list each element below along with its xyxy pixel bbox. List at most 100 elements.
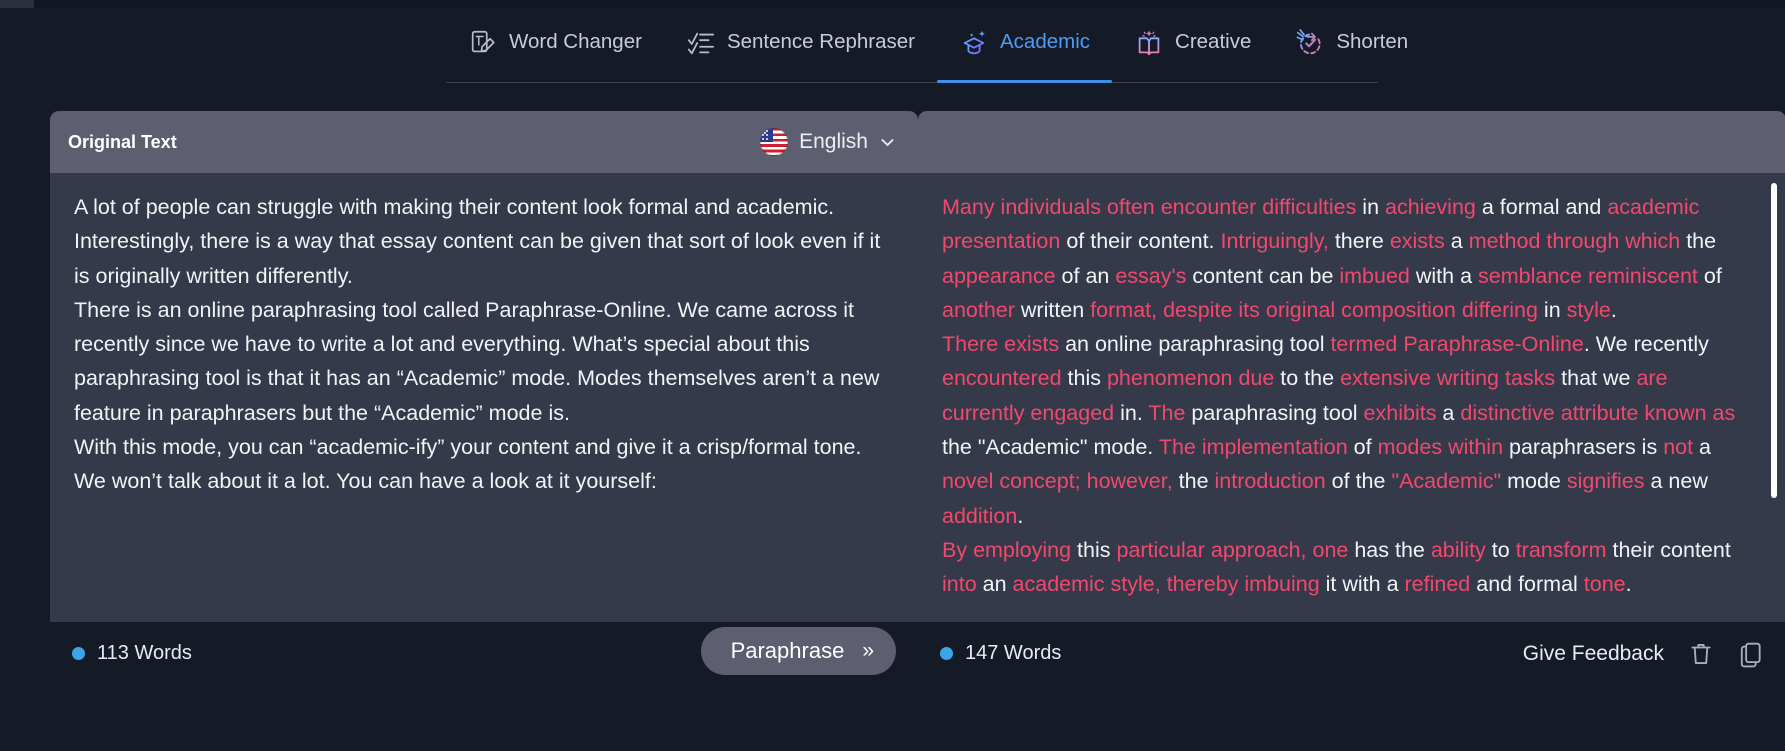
tab-label: Sentence Rephraser xyxy=(726,30,915,54)
unchanged-word: that we xyxy=(1555,366,1637,391)
changed-word: exists xyxy=(1389,229,1445,254)
window-notch xyxy=(0,0,34,8)
paraphrase-button-label: Paraphrase xyxy=(730,637,845,663)
unchanged-word: of an xyxy=(1055,263,1116,288)
creative-book-icon xyxy=(1138,30,1160,56)
tab-shorten[interactable]: Shorten xyxy=(1273,18,1430,82)
vertical-scrollbar[interactable] xyxy=(1771,183,1777,498)
tab-label: Shorten xyxy=(1336,30,1409,54)
copy-icon[interactable] xyxy=(1738,639,1764,669)
give-feedback-button[interactable]: Give Feedback xyxy=(1523,642,1664,666)
tab-label: Academic xyxy=(1000,30,1091,54)
changed-word: appearance xyxy=(942,263,1056,288)
unchanged-word: of their content. xyxy=(1060,229,1221,254)
unchanged-word: a xyxy=(1444,229,1469,254)
shorten-icon xyxy=(1296,29,1321,55)
paraphrased-text-viewer[interactable]: Many individuals often encounter difficu… xyxy=(918,173,1785,622)
changed-word: The implementation xyxy=(1158,435,1348,460)
paraphrased-word-count: 147 Words xyxy=(940,642,1061,665)
unchanged-word: a new xyxy=(1644,469,1714,494)
changed-word: novel concept; however, xyxy=(942,469,1173,494)
status-dot-icon xyxy=(940,647,953,660)
changed-word: distinctive attribute known as xyxy=(1460,400,1736,425)
paraphrasing-tool-app: Word Changer Sentence Rephraser Academic… xyxy=(0,0,1785,751)
changed-word: academic style, thereby imbuing xyxy=(1012,572,1320,597)
us-flag-icon xyxy=(760,128,789,156)
original-word-count: 113 Words xyxy=(72,642,192,665)
original-text-footer: 113 Words Paraphrase » xyxy=(50,622,918,685)
unchanged-word: with a xyxy=(1409,263,1479,288)
unchanged-word: in xyxy=(1537,297,1567,322)
changed-word: essay's xyxy=(1115,263,1187,288)
unchanged-word: of xyxy=(1697,263,1728,288)
changed-word: encountered xyxy=(942,366,1062,391)
unchanged-word: an online paraphrasing tool xyxy=(1059,332,1331,357)
tab-word-changer[interactable]: Word Changer xyxy=(446,18,664,82)
unchanged-word: written xyxy=(1014,297,1091,322)
original-text-panel: Original Text English A lot of people ca… xyxy=(50,111,918,685)
changed-word: Intriguingly, xyxy=(1220,229,1329,254)
changed-word: method through which xyxy=(1468,229,1681,254)
paraphrased-paragraph: There exists an online paraphrasing tool… xyxy=(942,327,1752,533)
paraphrased-text-header xyxy=(918,111,1785,173)
changed-word: achieving xyxy=(1385,195,1476,219)
unchanged-word: in. xyxy=(1114,400,1149,425)
original-text-editor[interactable]: A lot of people can struggle with making… xyxy=(50,173,918,622)
changed-word: semblance reminiscent xyxy=(1478,263,1698,288)
unchanged-word: . We recently xyxy=(1583,332,1715,357)
unchanged-word: this xyxy=(1071,537,1117,562)
status-dot-icon xyxy=(72,647,85,660)
unchanged-word: of xyxy=(1347,435,1378,460)
unchanged-word: content can be xyxy=(1186,263,1340,288)
changed-word: format, despite its original composition… xyxy=(1090,297,1538,322)
chevron-down-icon xyxy=(881,138,894,146)
unchanged-word: an xyxy=(976,572,1013,597)
changed-word: style xyxy=(1566,297,1611,322)
changed-word: not xyxy=(1663,435,1694,460)
paraphrased-text-panel: Many individuals often encounter difficu… xyxy=(918,111,1785,685)
unchanged-word: has the xyxy=(1348,537,1431,562)
changed-word: There exists xyxy=(942,332,1060,357)
paraphrased-paragraph: Many individuals often encounter difficu… xyxy=(942,190,1752,327)
paraphrased-paragraph: By employing this particular approach, o… xyxy=(942,533,1752,602)
unchanged-word: there xyxy=(1328,229,1390,254)
tab-sentence-rephraser[interactable]: Sentence Rephraser xyxy=(664,18,937,82)
unchanged-word: to xyxy=(1485,537,1516,562)
unchanged-word: a formal and xyxy=(1475,195,1608,219)
original-text-header: Original Text English xyxy=(50,111,918,173)
changed-word: ability xyxy=(1430,537,1486,562)
tab-creative[interactable]: Creative xyxy=(1112,18,1273,82)
changed-word: exhibits xyxy=(1363,400,1437,425)
changed-word: phenomenon due xyxy=(1106,366,1275,391)
changed-word: transform xyxy=(1515,537,1607,562)
language-selector[interactable]: English xyxy=(760,128,896,156)
changed-word: "Academic" xyxy=(1391,469,1502,494)
unchanged-word: . xyxy=(1610,297,1617,322)
changed-word: termed Paraphrase-Online xyxy=(1330,332,1584,357)
changed-word: imbued xyxy=(1339,263,1410,288)
changed-word: introduction xyxy=(1214,469,1326,494)
unchanged-word: . xyxy=(1625,572,1632,597)
paraphrased-text-content: Many individuals often encounter difficu… xyxy=(942,190,1752,602)
mode-tabbar: Word Changer Sentence Rephraser Academic… xyxy=(446,18,1408,83)
tab-academic[interactable]: Academic xyxy=(937,18,1113,83)
original-text-content: A lot of people can struggle with making… xyxy=(74,195,881,494)
unchanged-word: a xyxy=(1436,400,1461,425)
changed-word: By employing xyxy=(942,537,1072,562)
trash-icon[interactable] xyxy=(1688,639,1714,669)
sentence-rephraser-icon xyxy=(687,32,715,55)
unchanged-word: a xyxy=(1693,435,1717,460)
unchanged-word: . xyxy=(1017,503,1024,528)
changed-word: particular approach, one xyxy=(1116,537,1349,562)
changed-word: refined xyxy=(1404,572,1471,597)
unchanged-word: mode xyxy=(1501,469,1567,494)
unchanged-word: their content xyxy=(1606,537,1737,562)
unchanged-word: the xyxy=(1172,469,1215,494)
tab-label: Word Changer xyxy=(509,30,642,54)
changed-word: The xyxy=(1148,400,1186,425)
changed-word: Many individuals often encounter difficu… xyxy=(942,195,1357,219)
unchanged-word: to the xyxy=(1274,366,1341,391)
word-changer-icon xyxy=(471,30,495,53)
tab-label: Creative xyxy=(1175,30,1252,54)
paraphrase-button[interactable]: Paraphrase » xyxy=(700,626,896,675)
